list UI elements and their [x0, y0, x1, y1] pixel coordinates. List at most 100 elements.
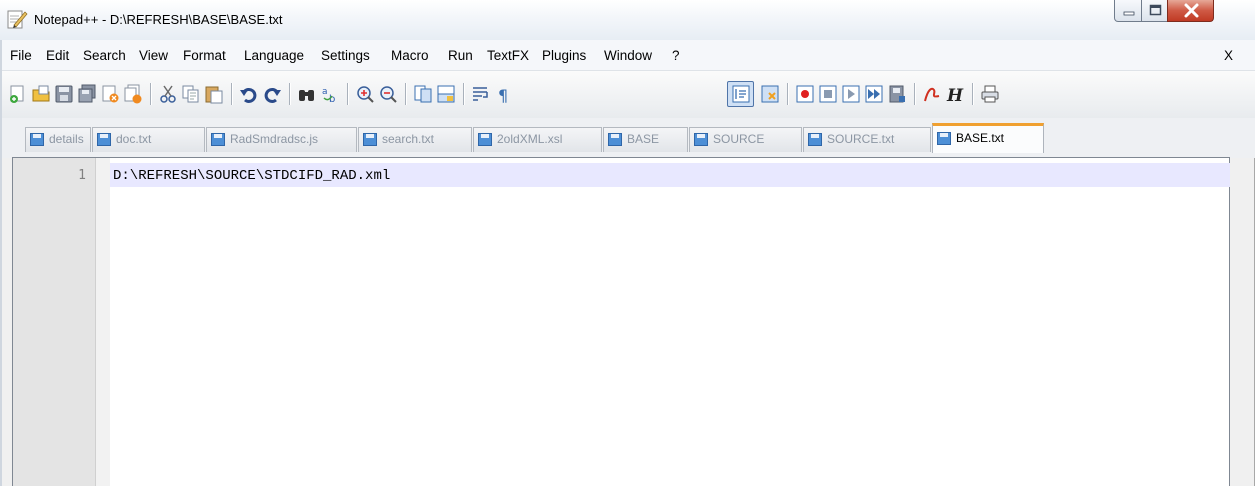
window-border [0, 40, 2, 486]
tab-label: search.txt [382, 132, 435, 146]
saved-file-icon [808, 133, 822, 146]
minimize-button[interactable] [1114, 0, 1142, 22]
tab-label: SOURCE [713, 132, 765, 146]
svg-text:H: H [946, 86, 964, 104]
saved-file-icon [211, 133, 225, 146]
tab-label: details [49, 132, 84, 146]
tab-source-txt[interactable]: SOURCE.txt [803, 127, 931, 152]
tab-label: BASE.txt [956, 131, 1005, 145]
toolbar-separator [150, 83, 151, 105]
stop-macro-icon[interactable] [818, 84, 838, 104]
svg-text:¶: ¶ [498, 86, 508, 104]
menu-settings[interactable]: Settings [321, 48, 370, 63]
tab-search-txt[interactable]: search.txt [358, 127, 472, 152]
menu-bar: File Edit Search View Format Language Se… [0, 40, 1255, 71]
word-wrap-icon[interactable] [471, 84, 491, 104]
close-window-button[interactable] [1167, 0, 1214, 22]
close-document-button[interactable]: X [1224, 48, 1233, 63]
saved-file-icon [478, 133, 492, 146]
close-icon[interactable] [100, 84, 120, 104]
line-number-gutter: 1 [13, 158, 96, 486]
tab-label: doc.txt [116, 132, 152, 146]
notepadpp-window: Notepad++ - D:\REFRESH\BASE\BASE.txt Fil… [0, 0, 1255, 486]
tab-bar: details doc.txt RadSmdradsc.js search.tx… [0, 118, 1255, 158]
menu-search[interactable]: Search [83, 48, 126, 63]
indent-guide-icon[interactable] [731, 84, 751, 104]
menu-help[interactable]: ? [672, 48, 680, 63]
tab-2oldxml-xsl[interactable]: 2oldXML.xsl [473, 127, 602, 152]
menu-run[interactable]: Run [448, 48, 473, 63]
tab-details[interactable]: details [25, 127, 91, 152]
cut-icon[interactable] [158, 84, 178, 104]
zoom-in-icon[interactable] [355, 84, 375, 104]
tab-radsmdradsc-js[interactable]: RadSmdradsc.js [206, 127, 357, 152]
menu-view[interactable]: View [139, 48, 168, 63]
menu-macro[interactable]: Macro [391, 48, 429, 63]
saved-file-icon [694, 133, 708, 146]
show-all-chars-icon[interactable]: ¶ [494, 84, 514, 104]
find-icon[interactable] [297, 84, 317, 104]
html-icon[interactable]: H [945, 84, 965, 104]
save-icon[interactable] [54, 84, 74, 104]
saved-file-icon [97, 133, 111, 146]
saved-file-icon [608, 133, 622, 146]
tab-label: SOURCE.txt [827, 132, 895, 146]
copy-icon[interactable] [181, 84, 201, 104]
tab-label: BASE [627, 132, 660, 146]
tab-base[interactable]: BASE [603, 127, 688, 152]
new-file-icon[interactable] [8, 84, 28, 104]
toolbar-separator [787, 83, 788, 105]
paste-icon[interactable] [204, 84, 224, 104]
close-icon [1184, 3, 1199, 18]
svg-text:a: a [322, 87, 328, 97]
save-all-icon[interactable] [77, 84, 97, 104]
print-icon[interactable] [980, 84, 1000, 104]
save-macro-icon[interactable] [887, 84, 907, 104]
menu-plugins[interactable]: Plugins [542, 48, 586, 63]
toolbar-separator [405, 83, 406, 105]
open-file-icon[interactable] [31, 84, 51, 104]
sync-vertical-icon[interactable] [413, 84, 433, 104]
run-macro-multiple-icon[interactable] [864, 84, 884, 104]
toolbar-separator [347, 83, 348, 105]
tab-source[interactable]: SOURCE [689, 127, 802, 152]
tab-label: RadSmdradsc.js [230, 132, 319, 146]
title-bar[interactable]: Notepad++ - D:\REFRESH\BASE\BASE.txt [0, 0, 1255, 40]
menu-edit[interactable]: Edit [46, 48, 69, 63]
menu-language[interactable]: Language [244, 48, 304, 63]
toolbar-separator [972, 83, 973, 105]
maximize-icon [1149, 4, 1162, 16]
saved-file-icon [937, 132, 951, 145]
record-macro-icon[interactable] [795, 84, 815, 104]
saved-file-icon [30, 133, 44, 146]
zoom-out-icon[interactable] [378, 84, 398, 104]
replace-icon[interactable]: ab [320, 84, 340, 104]
toolbar: ab ¶ H [0, 71, 1255, 118]
menu-textfx[interactable]: TextFX [487, 48, 529, 63]
menu-window[interactable]: Window [604, 48, 652, 63]
doc-map-icon[interactable] [760, 84, 780, 104]
maximize-button[interactable] [1141, 0, 1168, 22]
tab-base-txt[interactable]: BASE.txt [932, 123, 1044, 153]
close-all-icon[interactable] [123, 84, 143, 104]
play-macro-icon[interactable] [841, 84, 861, 104]
editor-line-text[interactable]: D:\REFRESH\SOURCE\STDCIFD_RAD.xml [113, 168, 390, 184]
tab-doc-txt[interactable]: doc.txt [92, 127, 205, 152]
tab-label: 2oldXML.xsl [497, 132, 563, 146]
undo-icon[interactable] [239, 84, 259, 104]
minimize-icon [1123, 11, 1135, 16]
redo-icon[interactable] [262, 84, 282, 104]
text-editor[interactable]: 1 D:\REFRESH\SOURCE\STDCIFD_RAD.xml [12, 157, 1230, 486]
toolbar-separator [289, 83, 290, 105]
menu-file[interactable]: File [10, 48, 32, 63]
sync-horizontal-icon[interactable] [436, 84, 456, 104]
menu-format[interactable]: Format [183, 48, 226, 63]
notepad-pencil-icon [7, 10, 28, 29]
saved-file-icon [363, 133, 377, 146]
line-number: 1 [78, 168, 86, 183]
window-title: Notepad++ - D:\REFRESH\BASE\BASE.txt [34, 12, 283, 27]
toolbar-separator [914, 83, 915, 105]
fold-margin[interactable] [96, 158, 110, 486]
pdf-icon[interactable] [922, 84, 942, 104]
toolbar-separator [231, 83, 232, 105]
